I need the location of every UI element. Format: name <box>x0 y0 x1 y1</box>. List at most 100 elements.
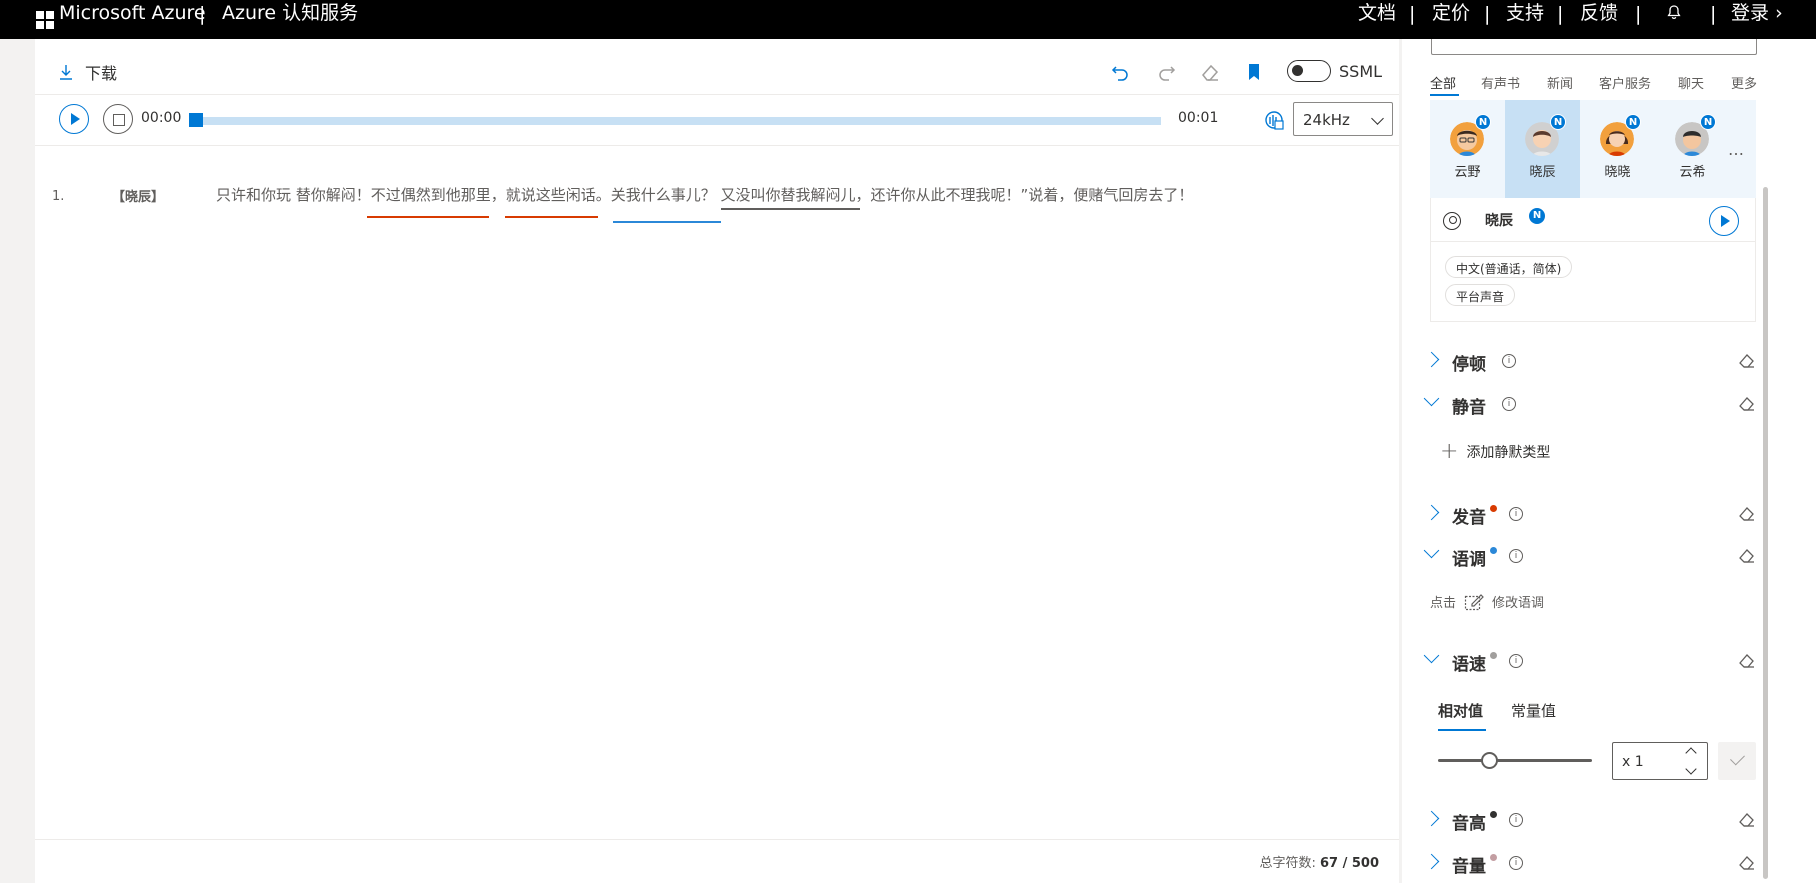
download-label: 下载 <box>85 64 118 83</box>
info-icon[interactable]: i <box>1502 397 1516 411</box>
section-title: 语调 <box>1452 550 1486 570</box>
info-icon[interactable]: i <box>1509 856 1523 870</box>
sentence-text[interactable]: 只许和你玩 替你解闷！不过偶然到他那里，就说这些闲话。关我什么事儿？ 又没叫你替… <box>216 184 1193 205</box>
notification-bell-icon[interactable] <box>1666 4 1682 20</box>
category-tab-chat[interactable]: 聊天 <box>1678 73 1704 92</box>
brand-link[interactable]: Microsoft Azure <box>59 2 206 24</box>
section-title: 静音 <box>1452 398 1486 418</box>
voice-card-xiaoxiao[interactable]: N 晓晓 <box>1580 100 1655 198</box>
section-pronunciation[interactable]: 发音 i <box>1418 499 1758 529</box>
nav-separator: | <box>199 3 206 25</box>
voice-search-input[interactable] <box>1431 39 1757 55</box>
apply-rate-button[interactable] <box>1718 742 1756 780</box>
category-tab-news[interactable]: 新闻 <box>1547 73 1573 92</box>
info-icon[interactable]: i <box>1509 507 1523 521</box>
play-button[interactable] <box>59 104 89 134</box>
add-silence-type-button[interactable]: + 添加静默类型 <box>1440 441 1551 463</box>
rate-value-input[interactable]: x 1 <box>1612 742 1708 780</box>
eraser-icon[interactable] <box>1738 652 1756 668</box>
more-voices-button[interactable]: … <box>1728 140 1745 159</box>
voice-card-yunye[interactable]: N 云野 <box>1430 100 1505 198</box>
voice-name: 云野 <box>1454 165 1481 180</box>
tab-relative-value[interactable]: 相对值 <box>1438 700 1483 721</box>
selection-underline[interactable] <box>721 208 860 210</box>
editor-toolbar: 下载 SSML <box>35 39 1399 95</box>
progress-thumb[interactable] <box>189 113 203 127</box>
eraser-icon[interactable] <box>1738 854 1756 870</box>
signin-link[interactable]: 登录 › <box>1731 2 1783 24</box>
pronunciation-underline[interactable] <box>505 216 598 218</box>
eraser-icon[interactable] <box>1738 547 1756 563</box>
eraser-icon[interactable] <box>1738 352 1756 368</box>
section-volume[interactable]: 音量 i <box>1418 848 1758 878</box>
chevron-down-icon <box>1423 542 1440 559</box>
nav-separator: | <box>1635 3 1642 25</box>
rate-slider-thumb[interactable] <box>1481 752 1498 769</box>
section-title: 语速 <box>1452 655 1486 675</box>
download-icon <box>60 65 72 80</box>
tone-underline[interactable] <box>613 221 721 223</box>
undo-icon[interactable] <box>1110 61 1132 83</box>
category-tab-audiobook[interactable]: 有声书 <box>1481 73 1520 92</box>
bookmark-icon[interactable] <box>1243 61 1265 83</box>
selected-voice-row: 晓辰 N <box>1431 198 1755 242</box>
chevron-up-icon[interactable] <box>1685 747 1697 759</box>
info-icon[interactable]: i <box>1509 654 1523 668</box>
nav-link-docs[interactable]: 文档 <box>1358 2 1396 24</box>
tone-hint-action[interactable]: 修改语调 <box>1492 592 1544 611</box>
status-dot <box>1490 547 1497 554</box>
chevron-right-icon <box>1423 351 1440 368</box>
user-icon <box>1443 212 1461 230</box>
editor-pane <box>35 39 1399 883</box>
panel-scrollbar[interactable] <box>1763 187 1768 879</box>
info-icon[interactable]: i <box>1502 354 1516 368</box>
active-tab-indicator <box>1438 729 1486 731</box>
microsoft-logo-icon[interactable] <box>36 11 54 29</box>
voice-card-xiaochen[interactable]: N 晓辰 <box>1505 100 1580 198</box>
nav-link-pricing[interactable]: 定价 <box>1432 2 1470 24</box>
stop-button[interactable] <box>103 104 133 134</box>
time-current: 00:00 <box>141 110 182 126</box>
status-dot <box>1490 505 1497 512</box>
category-tab-all[interactable]: 全部 <box>1430 73 1456 92</box>
section-tone[interactable]: 语调 i <box>1418 541 1758 571</box>
eraser-icon[interactable] <box>1738 811 1756 827</box>
chevron-right-icon <box>1423 504 1440 521</box>
selected-voice-name: 晓辰 <box>1485 213 1513 229</box>
section-title: 发音 <box>1452 508 1486 528</box>
info-icon[interactable]: i <box>1509 813 1523 827</box>
voice-card-yunxi[interactable]: N 云希 <box>1655 100 1730 198</box>
sample-rate-select[interactable]: 24kHz <box>1293 102 1393 136</box>
tab-constant-value[interactable]: 常量值 <box>1511 700 1556 721</box>
category-tab-customer-service[interactable]: 客户服务 <box>1599 73 1651 92</box>
section-pause[interactable]: 停顿 i <box>1418 346 1758 376</box>
category-tab-more[interactable]: 更多 <box>1731 73 1757 92</box>
section-pitch[interactable]: 音高 i <box>1418 805 1758 835</box>
nav-link-support[interactable]: 支持 <box>1506 2 1544 24</box>
section-rate[interactable]: 语速 i <box>1418 646 1758 676</box>
download-button[interactable]: 下载 <box>59 60 117 84</box>
pronunciation-underline[interactable] <box>367 216 489 218</box>
rate-slider-track[interactable] <box>1438 759 1592 762</box>
audio-settings-icon[interactable] <box>1263 109 1285 131</box>
eraser-icon[interactable] <box>1738 395 1756 411</box>
nav-link-feedback[interactable]: 反馈 <box>1580 2 1618 24</box>
section-silence[interactable]: 静音 i <box>1418 389 1758 419</box>
progress-track[interactable] <box>193 117 1161 125</box>
redo-icon[interactable] <box>1155 61 1177 83</box>
nav-separator: | <box>1557 3 1564 25</box>
edit-tone-icon[interactable] <box>1464 593 1484 611</box>
eraser-icon[interactable] <box>1199 61 1221 83</box>
preview-voice-button[interactable] <box>1709 206 1739 236</box>
product-link[interactable]: Azure 认知服务 <box>222 2 358 24</box>
chevron-down-icon <box>1423 390 1440 407</box>
chevron-right-icon <box>1423 853 1440 870</box>
ssml-toggle[interactable] <box>1287 60 1331 82</box>
voice-name: 云希 <box>1679 165 1706 180</box>
chevron-down-icon[interactable] <box>1685 763 1697 775</box>
eraser-icon[interactable] <box>1738 505 1756 521</box>
speaker-tag[interactable]: 【晓辰】 <box>112 186 164 205</box>
info-icon[interactable]: i <box>1509 549 1523 563</box>
selected-voice-card: 晓辰 N 中文(普通话，简体) 平台声音 <box>1430 198 1756 322</box>
add-silence-label: 添加静默类型 <box>1466 445 1551 461</box>
